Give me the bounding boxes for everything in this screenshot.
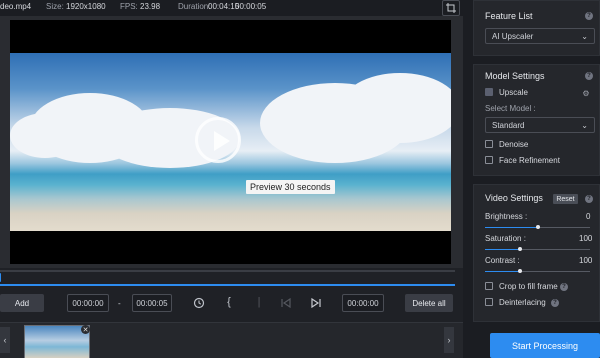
- upscale-label: Upscale: [499, 88, 528, 97]
- video-settings-title: Video Settings: [485, 193, 543, 203]
- help-icon[interactable]: ?: [585, 12, 593, 20]
- fps-label: FPS:: [120, 2, 138, 11]
- time-separator: -: [118, 299, 121, 308]
- end-time-input[interactable]: 00:00:05: [132, 294, 172, 312]
- chevron-right-icon[interactable]: ›: [444, 327, 454, 353]
- feature-list-title: Feature List: [485, 11, 533, 21]
- saturation-fill: [485, 249, 520, 250]
- start-processing-button[interactable]: Start Processing: [490, 333, 600, 358]
- chevron-down-icon: ⌄: [581, 32, 588, 41]
- face-refinement-label: Face Refinement: [499, 156, 560, 165]
- model-select-value: Standard: [492, 120, 525, 130]
- add-button[interactable]: Add: [0, 294, 44, 312]
- file-info-bar: deo.mp4 Size: 1920x1080 FPS: 23.98 Durat…: [0, 0, 463, 16]
- feature-select-value: AI Upscaler: [492, 31, 534, 41]
- chevron-left-icon[interactable]: ‹: [0, 327, 10, 353]
- model-select[interactable]: Standard ⌄: [485, 117, 595, 133]
- skip-forward-icon[interactable]: [310, 296, 322, 310]
- crop-icon: [446, 3, 456, 13]
- chevron-down-icon: ⌄: [581, 121, 588, 130]
- crop-to-fill-label: Crop to fill frame: [499, 282, 558, 291]
- contrast-value: 100: [579, 256, 593, 265]
- preview-tooltip: Preview 30 seconds: [246, 180, 335, 194]
- help-icon[interactable]: ?: [551, 299, 559, 307]
- crop-button[interactable]: [442, 0, 460, 16]
- contrast-label: Contrast :: [485, 256, 520, 265]
- help-icon[interactable]: ?: [560, 283, 568, 291]
- timeline-bar[interactable]: [0, 284, 455, 286]
- saturation-value: 100: [579, 234, 593, 243]
- duration-extra: 00:00:05: [235, 2, 267, 11]
- skip-back-icon[interactable]: [280, 296, 292, 310]
- reset-button[interactable]: Reset: [553, 194, 578, 204]
- playback-controls: Add 00:00:00 - 00:00:05 { | 00:00:00 Del…: [0, 291, 463, 315]
- delete-all-button[interactable]: Delete all: [405, 294, 453, 312]
- help-icon[interactable]: ?: [585, 72, 593, 80]
- face-refinement-checkbox[interactable]: [485, 156, 493, 164]
- brightness-label: Brightness :: [485, 212, 528, 221]
- model-settings-title: Model Settings: [485, 71, 545, 81]
- select-model-label: Select Model :: [485, 104, 536, 113]
- contrast-handle[interactable]: [518, 269, 522, 273]
- feature-select[interactable]: AI Upscaler ⌄: [485, 28, 595, 44]
- preview-area: Preview 30 seconds: [0, 16, 463, 268]
- close-icon[interactable]: ✕: [81, 325, 90, 334]
- clip-thumbnail[interactable]: ✕: [24, 325, 90, 358]
- start-time-input[interactable]: 00:00:00: [67, 294, 109, 312]
- size-value: 1920x1080: [66, 2, 106, 11]
- position-time-input[interactable]: 00:00:00: [342, 294, 384, 312]
- settings-sidebar: Feature List ? AI Upscaler ⌄ Model Setti…: [463, 0, 600, 358]
- history-icon[interactable]: [192, 296, 206, 310]
- deinterlacing-label: Deinterlacing: [499, 298, 546, 307]
- denoise-checkbox[interactable]: [485, 140, 493, 148]
- help-icon[interactable]: ?: [585, 195, 593, 203]
- bracket-left-icon[interactable]: {: [224, 295, 234, 309]
- video-frame[interactable]: Preview 30 seconds: [10, 53, 451, 231]
- deinterlacing-checkbox[interactable]: [485, 298, 493, 306]
- duration-label: Duration:: [178, 2, 211, 11]
- timeline-handle[interactable]: [0, 273, 1, 282]
- timeline-track[interactable]: [0, 270, 455, 272]
- clip-strip: ‹ ✕ ›: [0, 322, 463, 358]
- contrast-fill: [485, 271, 520, 272]
- brightness-handle[interactable]: [536, 225, 540, 229]
- brightness-value: 0: [586, 212, 591, 221]
- upscale-checkbox[interactable]: [485, 88, 493, 96]
- gear-icon[interactable]: ⚙: [581, 88, 591, 98]
- saturation-handle[interactable]: [518, 247, 522, 251]
- size-label: Size:: [46, 2, 64, 11]
- file-name: deo.mp4: [0, 2, 32, 11]
- fps-value: 23.98: [140, 2, 161, 11]
- saturation-label: Saturation :: [485, 234, 526, 243]
- play-icon[interactable]: [195, 117, 241, 163]
- crop-to-fill-checkbox[interactable]: [485, 282, 493, 290]
- denoise-label: Denoise: [499, 140, 529, 149]
- step-icon[interactable]: |: [254, 295, 264, 309]
- video-stage: Preview 30 seconds: [10, 20, 451, 264]
- brightness-fill: [485, 227, 538, 228]
